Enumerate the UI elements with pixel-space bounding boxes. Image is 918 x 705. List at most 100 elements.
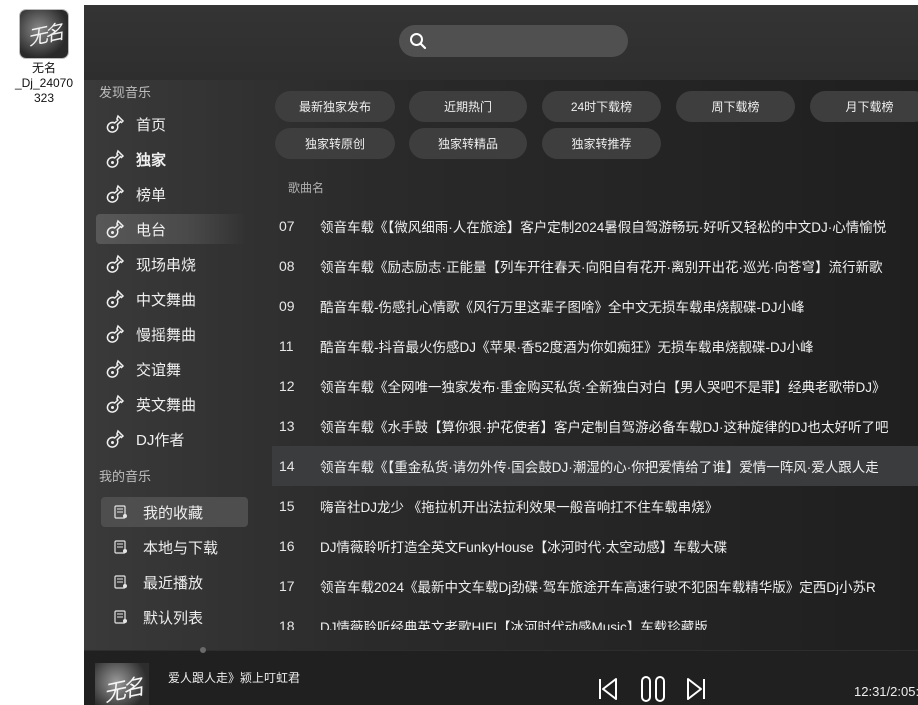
tag-exclusive-original[interactable]: 独家转原创 — [275, 128, 395, 159]
sidebar-item-label: 慢摇舞曲 — [136, 326, 197, 344]
song-title: 领音车载《【重金私货·请勿外传·国会鼓DJ·潮湿的心·你把爱情给了谁】爱情一阵风… — [320, 460, 879, 475]
sidebar-item-charts[interactable]: 榜单 — [96, 179, 246, 209]
sidebar-item-default-list[interactable]: 默认列表 — [101, 602, 248, 632]
song-row[interactable]: 13 领音车载《水手鼓【算你狠·护花使者】客户定制自驾游必备车载DJ·这种旋律的… — [272, 406, 918, 446]
pause-button[interactable] — [639, 675, 667, 703]
tag-recent-hot[interactable]: 近期热门 — [409, 91, 527, 122]
sidebar-item-recent[interactable]: 最近播放 — [101, 567, 248, 597]
song-number: 09 — [279, 298, 295, 314]
song-title: 领音车载《水手鼓【算你狠·护花使者】客户定制自驾游必备车载DJ·这种旋律的DJ也… — [320, 420, 889, 435]
song-row[interactable]: 16 DJ情薇聆听打造全英文FunkyHouse【冰河时代·太空动感】车载大碟 — [272, 526, 918, 566]
song-number: 15 — [279, 498, 295, 514]
sidebar-item-home[interactable]: 首页 — [96, 109, 246, 139]
guitar-icon — [106, 114, 125, 133]
song-row[interactable]: 17 领音车载2024《最新中文车载Dj劲碟·驾车旅途开车高速行驶不犯困车载精华… — [272, 566, 918, 606]
sidebar-item-slow-dance[interactable]: 慢摇舞曲 — [96, 319, 246, 349]
playlist-icon — [114, 575, 127, 589]
guitar-icon — [106, 219, 125, 238]
song-title: 领音车载2024《最新中文车载Dj劲碟·驾车旅途开车高速行驶不犯困车载精华版》定… — [320, 580, 876, 595]
song-number: 12 — [279, 378, 295, 394]
sidebar-item-chinese-dance[interactable]: 中文舞曲 — [96, 284, 246, 314]
song-title: 领音车载《全网唯一独家发布·重金购买私货·全新独白对白【男人哭吧不是罪】经典老歌… — [320, 380, 886, 395]
playlist-icon — [114, 505, 127, 519]
sidebar-item-label: 电台 — [136, 221, 167, 239]
tag-exclusive-premium[interactable]: 独家转精品 — [409, 128, 527, 159]
guitar-icon — [106, 429, 125, 448]
progress-handle[interactable] — [200, 647, 206, 653]
sidebar-item-label: 独家 — [136, 151, 167, 169]
album-cover[interactable]: 无名 — [95, 663, 149, 705]
now-playing-title: 爱人跟人走》颍上叮虹君 — [168, 671, 301, 685]
song-row[interactable]: 12 领音车载《全网唯一独家发布·重金购买私货·全新独白对白【男人哭吧不是罪】经… — [272, 366, 918, 406]
song-title: 嗨音社DJ龙少 《拖拉机开出法拉利效果一般音响扛不住车载串烧》 — [320, 500, 719, 515]
sidebar-item-label: 现场串烧 — [136, 256, 197, 274]
search-input[interactable] — [399, 25, 628, 57]
guitar-icon — [106, 289, 125, 308]
guitar-icon — [106, 149, 125, 168]
sidebar-item-label: 首页 — [136, 116, 167, 134]
song-row[interactable]: 08 领音车载《励志励志·正能量【列车开往春天·向阳自有花开·离别开出花·巡光·… — [272, 246, 918, 286]
song-number: 13 — [279, 418, 295, 434]
song-row[interactable]: 09 酷音车载-伤感扎心情歌《风行万里这辈子图啥》全中文无损车载串烧靓碟-DJ小… — [272, 286, 918, 326]
sidebar-item-label: 交谊舞 — [136, 361, 182, 379]
tag-weekly-downloads[interactable]: 周下载榜 — [676, 91, 795, 122]
tag-24h-downloads[interactable]: 24时下载榜 — [542, 91, 661, 122]
next-button[interactable] — [685, 675, 707, 703]
file-thumbnail: 无名 — [20, 10, 68, 58]
playlist-icon — [114, 610, 127, 624]
song-number: 16 — [279, 538, 295, 554]
song-row[interactable]: 07 领音车载《【微风细雨·人在旅途】客户定制2024暑假自驾游畅玩·好听又轻松… — [272, 206, 918, 246]
sidebar-item-label: 最近播放 — [143, 574, 204, 592]
sidebar-item-exclusive[interactable]: 独家 — [96, 144, 246, 174]
song-title: 酷音车载-抖音最火伤感DJ《苹果·香52度酒为你如痴狂》无损车载串烧靓碟-DJ小… — [320, 340, 814, 355]
sidebar-item-label: DJ作者 — [136, 431, 185, 449]
sidebar-item-local-downloads[interactable]: 本地与下载 — [101, 532, 248, 562]
tag-monthly-downloads[interactable]: 月下载榜 — [810, 91, 918, 122]
tag-exclusive-recommended[interactable]: 独家转推荐 — [542, 128, 661, 159]
sidebar-item-favorites[interactable]: 我的收藏 — [101, 497, 248, 527]
desktop-file-icon[interactable]: 无名 无名 _Dj_24070 323 — [11, 10, 77, 106]
song-row-playing[interactable]: 14 领音车载《【重金私货·请勿外传·国会鼓DJ·潮湿的心·你把爱情给了谁】爱情… — [272, 446, 918, 486]
song-row[interactable]: 11 酷音车载-抖音最火伤感DJ《苹果·香52度酒为你如痴狂》无损车载串烧靓碟-… — [272, 326, 918, 366]
song-number: 08 — [279, 258, 295, 274]
sidebar-item-label: 中文舞曲 — [136, 291, 197, 309]
song-title: 领音车载《励志励志·正能量【列车开往春天·向阳自有花开·离别开出花·巡光·向苍穹… — [320, 260, 883, 275]
song-number: 17 — [279, 578, 295, 594]
playlist-icon — [114, 540, 127, 554]
song-number: 11 — [279, 338, 294, 354]
sidebar-section-my-music: 我的音乐 — [99, 469, 152, 484]
music-app-window: 发现音乐 首页 独家 榜单 电台 现场串烧 中文舞曲 慢摇舞曲 交谊舞 英文舞曲… — [84, 5, 918, 705]
guitar-icon — [106, 359, 125, 378]
playback-time: 12:31/2:05: — [854, 684, 918, 699]
sidebar-item-english-dance[interactable]: 英文舞曲 — [96, 389, 246, 419]
guitar-icon — [106, 394, 125, 413]
guitar-icon — [106, 184, 125, 203]
tag-latest-exclusive[interactable]: 最新独家发布 — [275, 91, 395, 122]
previous-button[interactable] — [597, 675, 619, 703]
sidebar: 发现音乐 首页 独家 榜单 电台 现场串烧 中文舞曲 慢摇舞曲 交谊舞 英文舞曲… — [84, 80, 249, 650]
song-number: 18 — [279, 618, 295, 630]
desktop: 无名 无名 _Dj_24070 323 发现音乐 首页 独家 榜单 电台 现场串… — [0, 0, 918, 705]
sidebar-item-radio[interactable]: 电台 — [96, 214, 246, 244]
sidebar-item-label: 英文舞曲 — [136, 396, 197, 414]
sidebar-section-discover: 发现音乐 — [99, 85, 152, 100]
desktop-file-label: 无名 _Dj_24070 323 — [14, 61, 74, 105]
sidebar-item-label: 默认列表 — [143, 609, 204, 627]
guitar-icon — [106, 324, 125, 343]
sidebar-item-ballroom[interactable]: 交谊舞 — [96, 354, 246, 384]
sidebar-item-live-mix[interactable]: 现场串烧 — [96, 249, 246, 279]
song-title: DJ情薇聆听打造全英文FunkyHouse【冰河时代·太空动感】车载大碟 — [320, 540, 728, 555]
guitar-icon — [106, 254, 125, 273]
sidebar-item-dj-authors[interactable]: DJ作者 — [96, 424, 246, 454]
song-row[interactable]: 15 嗨音社DJ龙少 《拖拉机开出法拉利效果一般音响扛不住车载串烧》 — [272, 486, 918, 526]
song-list: 07 领音车载《【微风细雨·人在旅途】客户定制2024暑假自驾游畅玩·好听又轻松… — [272, 206, 918, 630]
sidebar-item-label: 榜单 — [136, 186, 167, 204]
song-title: DJ情薇聆听经典英文老歌HIFI【冰河时代动感Music】车载珍藏版 — [320, 620, 708, 630]
song-row[interactable]: 18 DJ情薇聆听经典英文老歌HIFI【冰河时代动感Music】车载珍藏版 — [272, 606, 918, 630]
player-bar: 无名 爱人跟人走》颍上叮虹君 12:31/2:05: — [84, 647, 918, 705]
song-number: 14 — [279, 458, 295, 474]
sidebar-item-label: 我的收藏 — [143, 504, 204, 522]
song-title: 酷音车载-伤感扎心情歌《风行万里这辈子图啥》全中文无损车载串烧靓碟-DJ小峰 — [320, 300, 805, 315]
column-header-song-name: 歌曲名 — [288, 181, 325, 195]
search-icon — [410, 33, 427, 50]
